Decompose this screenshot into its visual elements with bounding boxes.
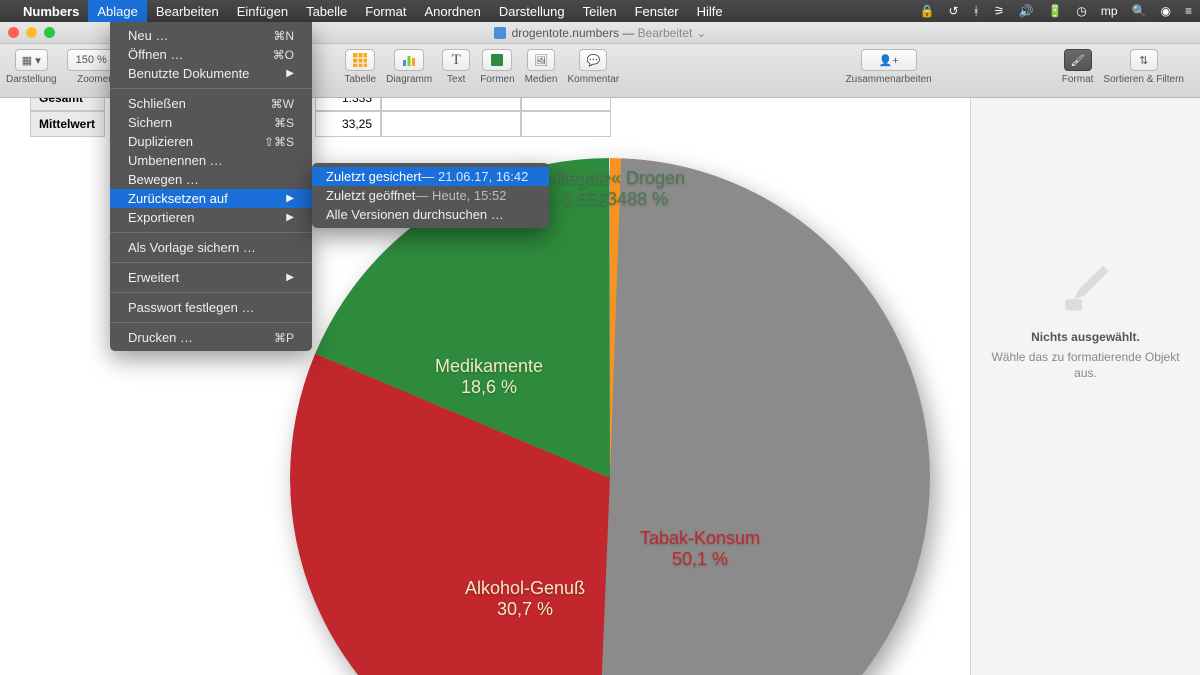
menu-item[interactable]: Exportieren▶ [110,208,312,227]
notification-icon[interactable]: ≡ [1185,4,1192,18]
menubar-status: 🔒 ↺ ᚼ ⚞ 🔊 🔋 ◷ mp 🔍 ◉ ≡ [920,4,1193,18]
insert-media-button[interactable]: 🖼 [527,49,555,71]
comment-label: Kommentar [567,74,619,85]
empty-cell[interactable] [381,111,521,137]
insert-chart-button[interactable] [394,49,424,71]
traffic-lights [8,27,55,38]
collaborate-button[interactable]: 👤+ [861,49,917,71]
menu-tabelle[interactable]: Tabelle [297,0,356,22]
menu-anordnen[interactable]: Anordnen [415,0,489,22]
submenu-item[interactable]: Alle Versionen durchsuchen … [312,205,549,224]
menu-item[interactable]: Schließen⌘W [110,94,312,113]
media-label: Medien [525,74,558,85]
sort-filter-button[interactable]: ⇅ [1130,49,1158,71]
menu-item[interactable]: Erweitert▶ [110,268,312,287]
view-button[interactable]: ▦ ▾ [15,49,48,71]
text-label: Text [447,74,465,85]
row-label: Gesamt [30,98,105,111]
pie-slice-label: Alkohol-Genuß30,7 % [465,578,585,619]
battery-icon[interactable]: 🔋 [1047,4,1062,18]
submenu-item[interactable]: Zuletzt gesichert — 21.06.17, 16:42 [312,167,549,186]
format-label: Format [1062,74,1094,85]
fullscreen-button[interactable] [44,27,55,38]
menu-item[interactable]: Umbenennen … [110,151,312,170]
menu-item[interactable]: Als Vorlage sichern … [110,238,312,257]
timemachine-icon[interactable]: ↺ [948,4,958,18]
row-value[interactable]: 33,25 [315,111,381,137]
format-panel-button[interactable]: 🖌 [1064,49,1092,71]
menu-item[interactable]: Drucken …⌘P [110,328,312,347]
document-icon [494,27,506,39]
clock-icon[interactable]: ◷ [1076,4,1086,18]
submenu-item[interactable]: Zuletzt geöffnet — Heute, 15:52 [312,186,549,205]
table-label: Tabelle [344,74,376,85]
menu-darstellung[interactable]: Darstellung [490,0,574,22]
empty-cell[interactable] [381,98,521,111]
insert-table-button[interactable] [345,49,375,71]
menu-item[interactable]: Sichern⌘S [110,113,312,132]
view-label: Darstellung [6,74,57,85]
zoom-label: Zoomen [77,74,114,85]
menu-item[interactable]: Öffnen …⌘O [110,45,312,64]
collab-label: Zusammenarbeiten [846,74,932,85]
siri-icon[interactable]: ◉ [1161,4,1171,18]
volume-icon[interactable]: 🔊 [1018,4,1033,18]
wifi-icon[interactable]: ⚞ [994,4,1005,18]
mac-menubar: Numbers Ablage Bearbeiten Einfügen Tabel… [0,0,1200,22]
revert-submenu: Zuletzt gesichert — 21.06.17, 16:42Zulet… [312,163,549,228]
pie-chart[interactable] [290,158,930,675]
menu-ablage[interactable]: Ablage [88,0,146,22]
empty-cell[interactable] [521,111,611,137]
menu-item[interactable]: Duplizieren⇧⌘S [110,132,312,151]
document-modified: Bearbeitet [638,26,693,40]
spotlight-icon[interactable]: 🔍 [1132,4,1147,18]
insert-shape-button[interactable] [482,49,512,71]
side-subtitle: Wähle das zu formatierende Objekt aus. [971,350,1200,381]
document-title[interactable]: drogentote.numbers [512,26,619,40]
sortfilter-label: Sortieren & Filtern [1103,74,1184,85]
menu-einfuegen[interactable]: Einfügen [228,0,297,22]
menu-format[interactable]: Format [356,0,415,22]
menu-item[interactable]: Neu …⌘N [110,26,312,45]
menu-item[interactable]: Benutzte Dokumente▶ [110,64,312,83]
close-button[interactable] [8,27,19,38]
row-value[interactable]: 1.333 [315,98,381,111]
insert-comment-button[interactable]: 💬 [579,49,607,71]
user-label[interactable]: mp [1101,4,1118,18]
menu-item[interactable]: Zurücksetzen auf▶ [110,189,312,208]
side-title: Nichts ausgewählt. [1031,330,1140,344]
bluetooth-icon[interactable]: ᚼ [973,4,980,18]
ablage-menu: Neu …⌘NÖffnen …⌘OBenutzte Dokumente▶ Schl… [110,22,312,351]
menu-teilen[interactable]: Teilen [574,0,626,22]
insert-text-button[interactable]: T [442,49,470,71]
app-name[interactable]: Numbers [14,0,88,22]
title-chevron-icon[interactable]: ⌄ [696,26,706,40]
pie-slice-label: Medikamente18,6 % [435,356,543,397]
menu-bearbeiten[interactable]: Bearbeiten [147,0,228,22]
menu-fenster[interactable]: Fenster [626,0,688,22]
pie-slice-label: »illegale« Drogen0,5523488 % [545,168,685,209]
lock-icon[interactable]: 🔒 [920,4,935,18]
pie-svg [290,158,930,675]
pie-slice-label: Tabak-Konsum50,1 % [640,528,760,569]
menu-item[interactable]: Bewegen … [110,170,312,189]
empty-cell[interactable] [521,98,611,111]
format-side-panel: Nichts ausgewählt. Wähle das zu formatie… [970,98,1200,675]
row-label: Mittelwert [30,111,105,137]
pie-slice[interactable] [597,158,930,675]
minimize-button[interactable] [26,27,37,38]
menu-item[interactable]: Passwort festlegen … [110,298,312,317]
menu-hilfe[interactable]: Hilfe [688,0,732,22]
shape-label: Formen [480,74,514,85]
chart-label: Diagramm [386,74,432,85]
brush-icon [1056,258,1116,318]
